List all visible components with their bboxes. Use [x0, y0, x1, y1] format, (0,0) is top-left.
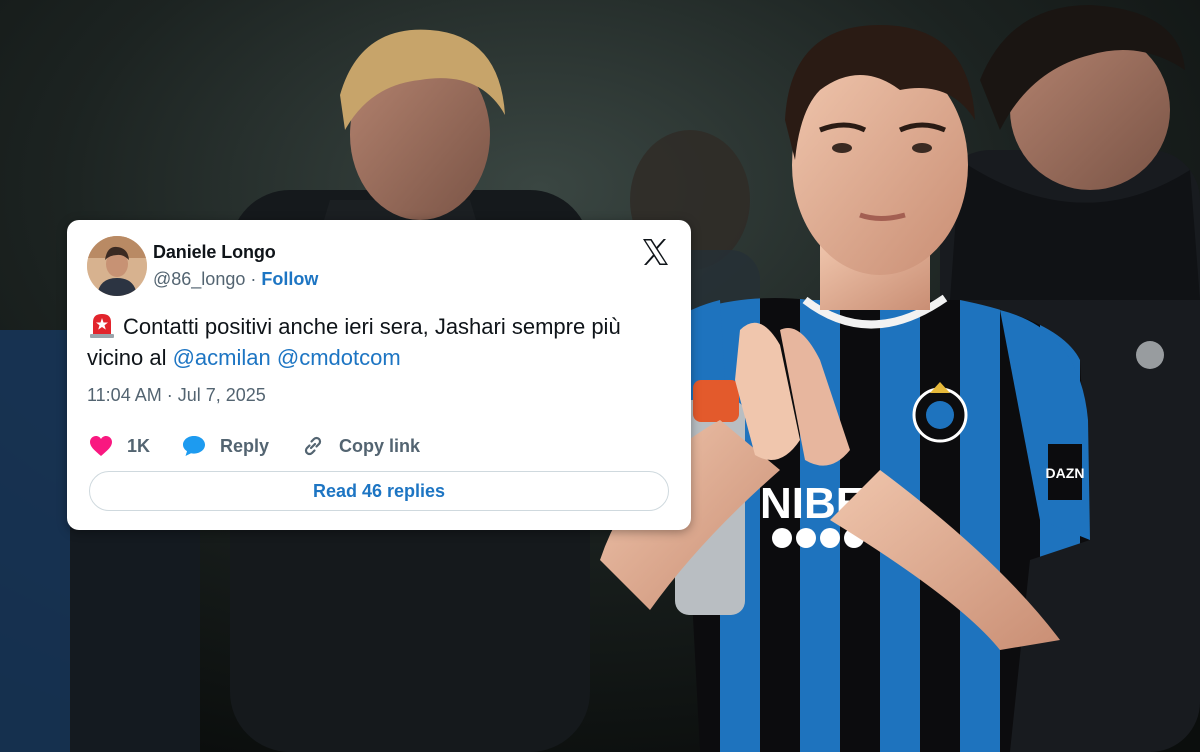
- avatar[interactable]: [87, 236, 147, 296]
- read-replies-button[interactable]: Read 46 replies: [89, 471, 669, 511]
- reply-bubble-icon: [183, 436, 206, 456]
- follow-button[interactable]: Follow: [261, 269, 318, 289]
- mention-acmilan[interactable]: @acmilan: [173, 345, 271, 370]
- heart-icon: [90, 436, 112, 456]
- author-handle[interactable]: @86_longo: [153, 269, 245, 289]
- sleeve-logo-text: DAZN: [1046, 465, 1085, 481]
- likes-count: 1K: [127, 435, 151, 456]
- tweet-timestamp[interactable]: 11:04 AM · Jul 7, 2025: [87, 385, 266, 406]
- tweet-card: Daniele Longo @86_longo · Follow Contatt…: [67, 220, 691, 530]
- rotating-light-icon: [87, 310, 117, 338]
- copy-link-button[interactable]: Copy link: [301, 434, 420, 458]
- copy-link-label: Copy link: [339, 435, 421, 456]
- meta-separator: ·: [245, 269, 262, 289]
- mention-cmdotcom[interactable]: @cmdotcom: [277, 345, 401, 370]
- x-logo-icon[interactable]: [640, 237, 670, 267]
- author-name[interactable]: Daniele Longo: [153, 242, 276, 263]
- like-button[interactable]: 1K: [89, 435, 150, 457]
- tweet-text: Contatti positivi anche ieri sera, Jasha…: [87, 310, 667, 373]
- author-meta: @86_longo · Follow: [153, 269, 318, 290]
- reply-label: Reply: [220, 435, 270, 456]
- reply-button[interactable]: Reply: [182, 435, 269, 457]
- tweet-actions: 1K Reply Copy link: [89, 432, 452, 460]
- link-icon: [304, 436, 322, 456]
